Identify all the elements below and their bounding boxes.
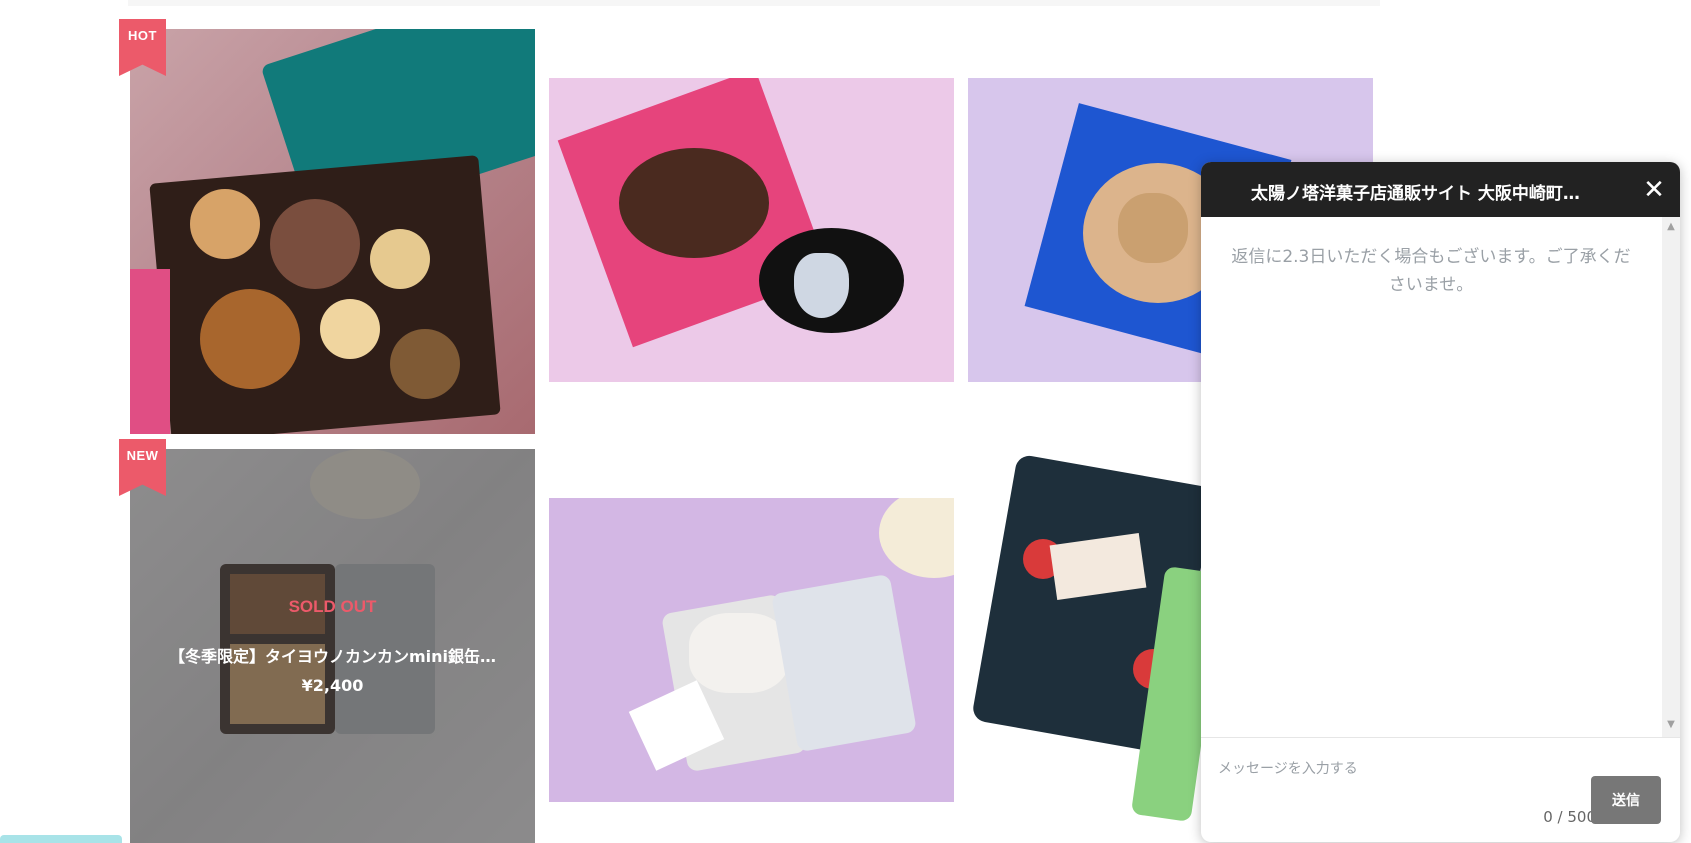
top-divider — [128, 0, 1380, 6]
chat-header: 太陽ノ塔洋菓子店通販サイト 大阪中崎町… ✕ — [1201, 162, 1680, 217]
chat-scrollbar[interactable]: ▲ ▼ — [1662, 217, 1680, 737]
sold-out-label: SOLD OUT — [288, 597, 377, 616]
chat-messages[interactable]: 返信に2.3日いただく場合もございます。ご了承くださいませ。 ▲ ▼ — [1201, 217, 1680, 737]
product-image — [549, 78, 954, 382]
message-input[interactable] — [1216, 748, 1580, 790]
chat-input-area: 0 / 500 送信 — [1201, 737, 1680, 842]
chat-title: 太陽ノ塔洋菓子店通販サイト 大阪中崎町… — [1251, 184, 1580, 204]
product-card-2[interactable] — [549, 78, 954, 382]
chat-notice: 返信に2.3日いただく場合もございます。ご了承くださいませ。 — [1231, 247, 1631, 295]
product-card-5[interactable] — [549, 498, 954, 802]
scroll-down-icon[interactable]: ▼ — [1662, 718, 1680, 732]
character-counter: 0 / 500 — [1543, 808, 1596, 826]
chat-widget: 太陽ノ塔洋菓子店通販サイト 大阪中崎町… ✕ 返信に2.3日いただく場合もござい… — [1201, 162, 1680, 842]
send-button[interactable]: 送信 — [1591, 776, 1661, 824]
product-image — [130, 29, 535, 434]
product-card-1[interactable] — [130, 29, 535, 434]
product-name: 【冬季限定】タイヨウノカンカンmini銀缶… — [168, 647, 497, 666]
bottom-tab[interactable] — [0, 835, 122, 843]
product-image — [549, 498, 954, 802]
product-price: ¥2,400 — [301, 676, 364, 695]
close-icon[interactable]: ✕ — [1640, 176, 1668, 204]
scroll-up-icon[interactable]: ▲ — [1662, 220, 1680, 234]
